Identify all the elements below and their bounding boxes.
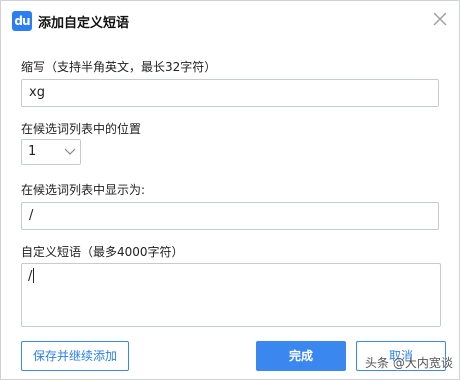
display-input[interactable]: / (21, 202, 439, 230)
watermark-text: 头条 @大内宽谈 (365, 356, 453, 370)
chevron-down-icon (64, 148, 76, 155)
position-select-value: 1 (28, 144, 37, 159)
ok-button[interactable]: 完成 (256, 341, 346, 371)
abbreviation-input[interactable]: xg (21, 79, 439, 107)
position-label: 在候选词列表中的位置 (21, 122, 142, 136)
save-and-continue-button[interactable]: 保存并继续添加 (21, 341, 129, 371)
position-select[interactable]: 1 (21, 139, 81, 165)
close-icon[interactable] (429, 8, 451, 30)
dialog-title: 添加自定义短语 (38, 16, 130, 31)
display-label: 在候选词列表中显示为: (21, 183, 146, 197)
baidu-logo-icon: du (12, 11, 32, 31)
abbreviation-label: 缩写（支持半角英文，最长32字符） (21, 60, 217, 74)
add-custom-phrase-dialog: du 添加自定义短语 缩写（支持半角英文，最长32字符） xg 在候选词列表中的… (0, 0, 460, 380)
phrase-text: / (28, 269, 33, 284)
phrase-textarea[interactable]: / (21, 263, 441, 327)
phrase-label: 自定义短语（最多4000字符） (21, 245, 184, 259)
text-caret (33, 268, 35, 283)
